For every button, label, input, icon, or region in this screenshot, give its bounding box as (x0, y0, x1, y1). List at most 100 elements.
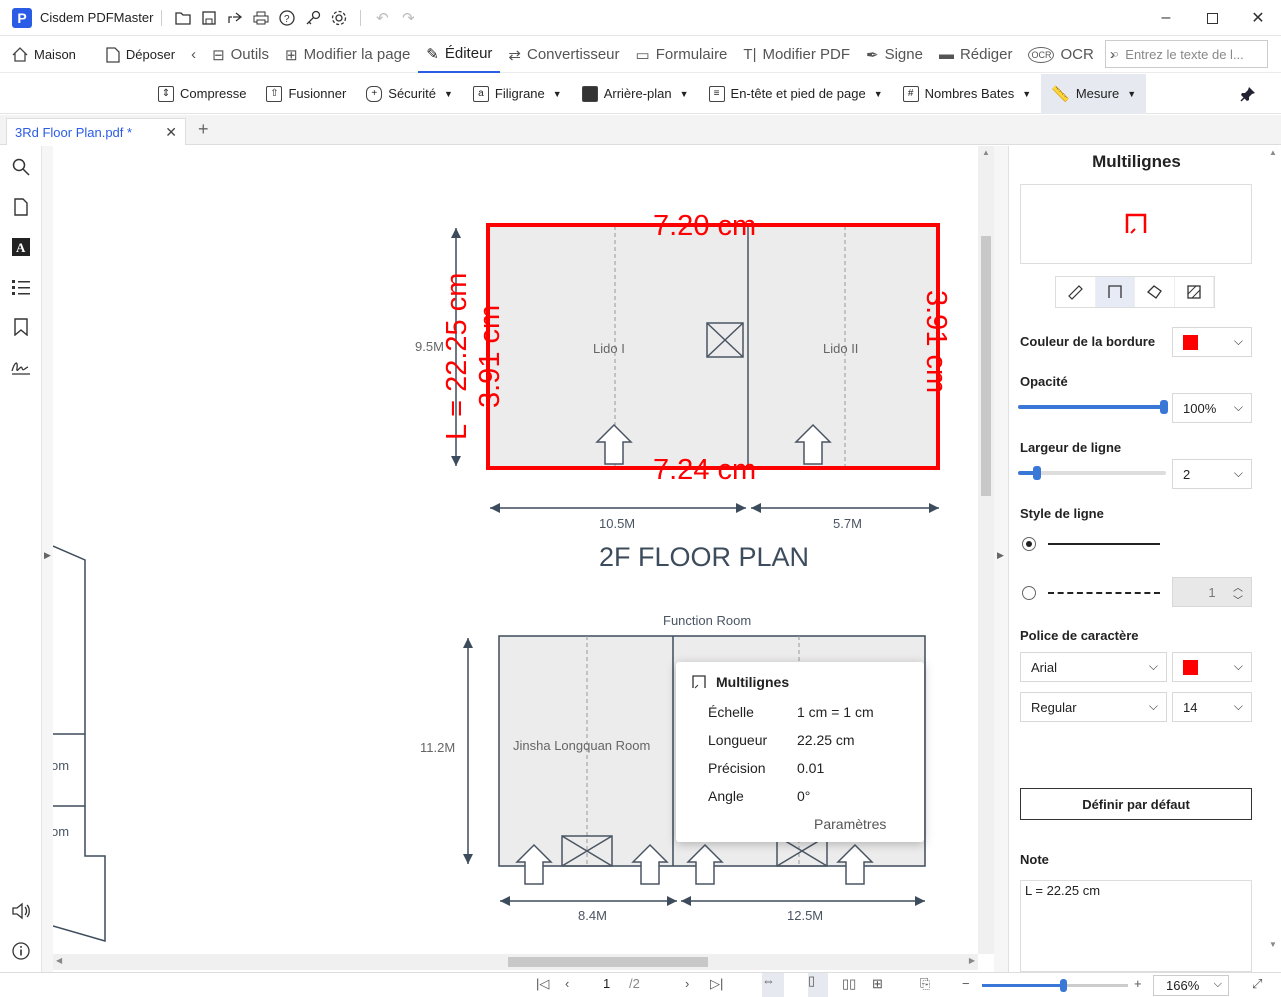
chevron-down-icon: ⌵ (1233, 334, 1243, 348)
undo-icon[interactable]: ↶ (369, 5, 395, 31)
export-page-icon[interactable]: ⎘ (920, 976, 930, 992)
menu-editor[interactable]: ✎ Éditeur (418, 37, 501, 73)
help-icon[interactable]: ? (274, 5, 300, 31)
rectangle-area-mode-icon[interactable] (1175, 277, 1214, 307)
page-thumbnail-icon[interactable] (10, 196, 32, 218)
font-color-dropdown[interactable]: ⌵ (1172, 652, 1252, 682)
vertical-scroll-thumb[interactable] (981, 236, 991, 496)
opacity-dropdown[interactable]: 100% ⌵ (1172, 393, 1252, 423)
menu-tools[interactable]: ⊟ Outils (204, 37, 277, 73)
speaker-icon[interactable] (10, 900, 32, 922)
watermark-button[interactable]: a Filigrane ▼ (463, 74, 572, 114)
right-panel-toggle[interactable]: ▶ (994, 146, 1008, 972)
panel-scrollbar[interactable]: ▲ ▼ (1265, 146, 1281, 972)
scroll-mode-icon[interactable]: ⊞ (872, 976, 883, 992)
stepper-down-icon[interactable]: ﹀ (1233, 592, 1243, 607)
line-width-slider[interactable] (1018, 466, 1166, 480)
menu-modify-page[interactable]: ⊞ Modifier la page (277, 37, 418, 73)
two-page-icon[interactable]: ▯▯ (842, 976, 856, 992)
scroll-right-icon[interactable]: ▶ (969, 956, 975, 965)
next-page-icon[interactable]: › (685, 976, 689, 991)
save-icon[interactable] (196, 5, 222, 31)
title-bar: P Cisdem PDFMaster ? ↶ ↷ – ✕ (0, 0, 1281, 36)
bookmark-icon[interactable] (10, 316, 32, 338)
distance-mode-icon[interactable] (1056, 277, 1096, 307)
close-tab-icon[interactable]: ✕ (165, 124, 177, 141)
document-tab[interactable]: 3Rd Floor Plan.pdf * ✕ (6, 118, 186, 145)
menu-redact[interactable]: ▬ Rédiger (931, 37, 1021, 73)
first-page-icon[interactable]: |◁ (536, 976, 549, 992)
menu-ocr[interactable]: OCR OCR (1020, 37, 1101, 73)
vertical-scrollbar[interactable]: ▲ (978, 146, 994, 954)
menu-scroll-left[interactable]: ‹ (183, 37, 204, 73)
merge-button[interactable]: ⇧ Fusionner (256, 74, 356, 114)
key-icon[interactable] (300, 5, 326, 31)
background-button[interactable]: Arrière-plan ▼ (572, 74, 699, 114)
scroll-up-icon[interactable]: ▲ (982, 148, 990, 157)
fit-width-icon[interactable]: ⇔ (762, 973, 784, 997)
scroll-down-icon[interactable]: ▼ (1269, 940, 1277, 949)
zoom-out-icon[interactable]: − (962, 976, 970, 991)
border-color-dropdown[interactable]: ⌵ (1172, 327, 1252, 357)
ocr-icon: OCR (1028, 46, 1055, 63)
zoom-slider-handle[interactable] (1060, 979, 1067, 992)
popup-settings-link[interactable]: Paramètres (814, 816, 886, 832)
zoom-in-icon[interactable]: + (1134, 976, 1142, 991)
new-tab-icon[interactable]: + (198, 119, 209, 140)
opacity-slider-handle[interactable] (1160, 400, 1168, 414)
fullscreen-icon[interactable]: ⤢ (1252, 976, 1262, 992)
redo-icon[interactable]: ↷ (395, 5, 421, 31)
solid-line-radio[interactable] (1022, 537, 1036, 551)
line-width-dropdown[interactable]: 2 ⌵ (1172, 459, 1252, 489)
outline-list-icon[interactable] (10, 276, 32, 298)
menu-sign[interactable]: ✒ Signe (858, 37, 931, 73)
line-width-slider-handle[interactable] (1033, 466, 1041, 480)
font-family-dropdown[interactable]: Arial ⌵ (1020, 652, 1167, 682)
font-style-dropdown[interactable]: Regular ⌵ (1020, 692, 1167, 722)
opacity-slider[interactable] (1018, 400, 1168, 414)
area-mode-icon[interactable] (1135, 277, 1175, 307)
prev-page-icon[interactable]: ‹ (565, 976, 569, 991)
scroll-left-icon[interactable]: ◀ (56, 956, 62, 965)
menu-upload[interactable]: Déposer (98, 37, 183, 73)
compress-button[interactable]: ⇕ Compresse (148, 74, 256, 114)
signature-icon[interactable] (10, 356, 32, 378)
search-input[interactable]: ⌕ Entrez le texte de l... (1105, 40, 1268, 68)
measure-button[interactable]: 📏 Mesure ▼ (1041, 73, 1147, 114)
search-icon[interactable] (10, 156, 32, 178)
note-textarea[interactable]: L = 22.25 cm (1020, 880, 1252, 972)
left-panel-toggle[interactable]: ▶ (42, 146, 53, 972)
close-window-icon[interactable]: ✕ (1235, 0, 1281, 36)
chevron-down-icon: ⌵ (1233, 659, 1243, 673)
settings-icon[interactable] (326, 5, 352, 31)
horizontal-scroll-thumb[interactable] (508, 957, 708, 967)
open-folder-icon[interactable] (170, 5, 196, 31)
dash-length-stepper[interactable]: 1 ︿ ﹀ (1172, 577, 1252, 607)
maximize-icon[interactable] (1189, 0, 1235, 36)
set-default-button[interactable]: Définir par défaut (1020, 788, 1252, 820)
minimize-icon[interactable]: – (1143, 0, 1189, 36)
text-icon[interactable]: A (10, 236, 32, 258)
pin-icon[interactable] (1240, 86, 1256, 105)
menu-home[interactable]: Maison (0, 37, 84, 73)
menu-form[interactable]: ▭ Formulaire (628, 37, 736, 73)
single-page-icon[interactable]: ▯ (808, 973, 828, 997)
security-button[interactable]: + Sécurité ▼ (356, 74, 463, 114)
bates-button[interactable]: # Nombres Bates ▼ (893, 74, 1042, 114)
dashed-line-radio[interactable] (1022, 586, 1036, 600)
page-number-input[interactable]: 1 (603, 976, 610, 991)
menu-modify-pdf[interactable]: T| Modifier PDF (735, 37, 858, 73)
font-size-dropdown[interactable]: 14 ⌵ (1172, 692, 1252, 722)
multiline-mode-icon[interactable] (1095, 277, 1135, 307)
print-icon[interactable] (248, 5, 274, 31)
info-icon[interactable] (10, 940, 32, 962)
menu-converter[interactable]: ⇄ Convertisseur (500, 37, 627, 73)
caret-down-icon: ▼ (1022, 88, 1032, 99)
zoom-slider[interactable] (982, 979, 1128, 992)
horizontal-scrollbar[interactable]: ◀ ▶ (53, 954, 978, 970)
share-icon[interactable] (222, 5, 248, 31)
header-footer-button[interactable]: ≡ En-tête et pied de page ▼ (699, 74, 893, 114)
zoom-select[interactable]: 166% ⌵ (1153, 975, 1229, 996)
last-page-icon[interactable]: ▷| (710, 976, 723, 992)
scroll-up-icon[interactable]: ▲ (1269, 148, 1277, 157)
